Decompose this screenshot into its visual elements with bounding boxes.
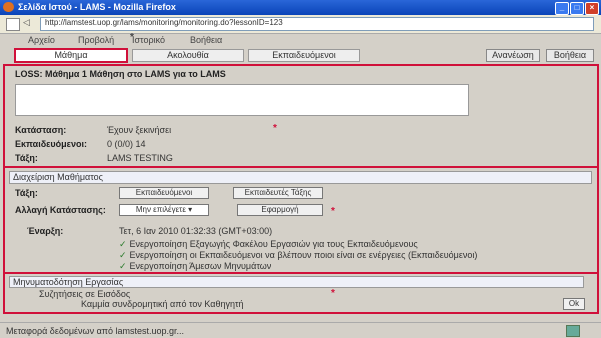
page-icon — [6, 18, 20, 31]
menu-item[interactable]: Ιστορικό — [132, 35, 165, 45]
tab-learners[interactable]: Εκπαιδευόμενοι — [248, 49, 360, 62]
lesson-title: LOSS: Μάθημα 1 Μάθηση στο LAMS για το LA… — [15, 69, 226, 79]
help-button[interactable]: Βοήθεια — [546, 49, 594, 62]
menu-item[interactable]: Αρχείο — [28, 35, 55, 45]
checkmark-icon: ✓ — [119, 250, 127, 260]
manage-section: Διαχείριση Μαθήματος Τάξη: Εκπαιδευόμενο… — [3, 166, 599, 274]
schedule-value: Τετ, 6 Ιαν 2010 01:32:33 (GMT+03:00) — [119, 226, 273, 236]
option-export-portfolio[interactable]: ✓ Ενεργοποίηση Εξαγωγής Φακέλου Εργασιών … — [119, 239, 418, 250]
learners-value: 0 (0/0) 14 — [107, 139, 146, 149]
learners-label: Εκπαιδευόμενοι: — [15, 139, 87, 149]
minimize-button[interactable]: _ — [555, 2, 569, 15]
class-value: LAMS TESTING — [107, 153, 173, 163]
window-titlebar: Σελίδα Ιστού - LAMS - Mozilla Firefox _ … — [0, 0, 601, 15]
marker-star: * — [331, 206, 335, 217]
window-title: Σελίδα Ιστού - LAMS - Mozilla Firefox — [18, 2, 176, 12]
chat-section: Μηνυματοδότηση Εργασίας Συζητήσεις σε Ει… — [3, 272, 599, 314]
refresh-button[interactable]: Ανανέωση — [486, 49, 540, 62]
learners-button[interactable]: Εκπαιδευόμενοι — [119, 187, 209, 199]
menu-item[interactable]: Βοήθεια — [190, 35, 222, 45]
chat-row-discussion: Συζητήσεις σε Εισόδος — [39, 289, 131, 299]
maximize-button[interactable]: □ — [570, 2, 584, 15]
class-label: Τάξη: — [15, 153, 38, 163]
checkmark-icon: ✓ — [119, 239, 127, 249]
status-select[interactable]: Μην επιλέγετε ▾ — [119, 204, 209, 216]
status-value: Έχουν ξεκινήσει — [107, 125, 172, 135]
chevron-down-icon: ▾ — [188, 205, 193, 214]
monitors-button[interactable]: Εκπαιδευτές Τάξης — [233, 187, 323, 199]
lams-menu: Αρχείο Προβολή Ιστορικό Βοήθεια * — [0, 32, 601, 47]
tab-sequence[interactable]: Ακολουθία — [132, 49, 244, 62]
manage-header: Διαχείριση Μαθήματος — [9, 171, 592, 184]
back-icon[interactable]: ◁ — [23, 17, 30, 28]
marker-star: * — [130, 32, 134, 43]
close-button[interactable]: × — [585, 2, 599, 15]
url-field[interactable]: http://lamstest.uop.gr/lams/monitoring/m… — [40, 17, 594, 31]
option-instant-messaging[interactable]: ✓ Ενεργοποίηση Άμεσων Μηνυμάτων — [119, 261, 271, 272]
firefox-icon — [3, 2, 14, 12]
apply-status-button[interactable]: Εφαρμογή — [237, 204, 323, 216]
change-status-label: Αλλαγή Κατάστασης: — [15, 205, 106, 215]
marker-star: * — [331, 288, 335, 299]
schedule-label: Έναρξη: — [27, 226, 64, 236]
option-learner-visibility[interactable]: ✓ Ενεργοποίηση οι Εκπαιδευόμενοι να βλέπο… — [119, 250, 477, 261]
status-bar: Μεταφορά δεδομένων από lamstest.uop.gr..… — [0, 322, 601, 338]
address-bar: ◁ http://lamstest.uop.gr/lams/monitoring… — [0, 15, 601, 34]
checkmark-icon: ✓ — [119, 261, 127, 271]
tab-lesson[interactable]: Μάθημα — [14, 48, 128, 63]
chat-header: Μηνυματοδότηση Εργασίας — [9, 276, 584, 288]
security-icon — [566, 325, 580, 337]
status-select-value: Μην επιλέγετε — [135, 205, 186, 214]
menu-item[interactable]: Προβολή — [78, 35, 114, 45]
manage-class-label: Τάξη: — [15, 188, 38, 198]
chat-row-subscription: Καμμία συνδρομητική από τον Καθηγητή — [81, 299, 244, 309]
tab-bar: Μάθημα Ακολουθία Εκπαιδευόμενοι Ανανέωση… — [0, 47, 601, 63]
status-text: Μεταφορά δεδομένων από lamstest.uop.gr..… — [6, 326, 185, 336]
chat-ok-button[interactable]: Ok — [563, 298, 585, 310]
lesson-description-field[interactable] — [15, 84, 469, 116]
status-label: Κατάσταση: — [15, 125, 67, 135]
marker-star: * — [273, 123, 277, 134]
lesson-info-section: LOSS: Μάθημα 1 Μάθηση στο LAMS για το LA… — [3, 64, 599, 168]
